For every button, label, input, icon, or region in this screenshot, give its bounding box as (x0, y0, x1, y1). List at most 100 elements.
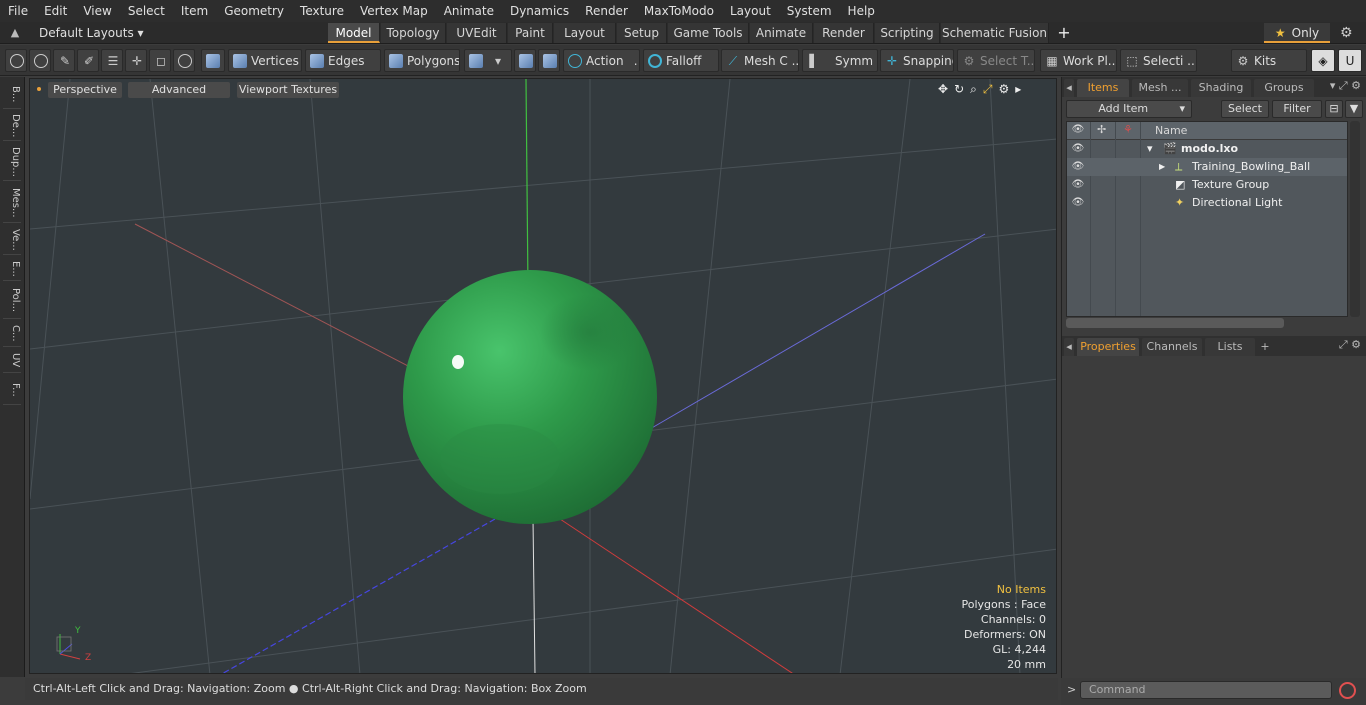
globe-button[interactable] (29, 49, 51, 72)
select-button[interactable]: Select (1221, 100, 1269, 118)
tab-channels[interactable]: Channels (1142, 338, 1202, 356)
menu-layout[interactable]: Layout (722, 0, 779, 22)
menu-texture[interactable]: Texture (292, 0, 352, 22)
tab-schematic-fusion[interactable]: Schematic Fusion (941, 23, 1049, 43)
tab-mesh[interactable]: Mesh ... (1132, 79, 1188, 97)
left-tab-duplicate[interactable]: Dup... (3, 143, 21, 181)
panel-options-icons[interactable]: ▾ ⤢ ⚙ (1330, 79, 1361, 93)
selection-sets-button[interactable]: ⬚ Selecti ... (1120, 49, 1197, 72)
left-tab-uv[interactable]: UV (3, 349, 21, 373)
menu-edit[interactable]: Edit (36, 0, 75, 22)
menu-render[interactable]: Render (577, 0, 636, 22)
snap-a-button[interactable] (514, 49, 536, 72)
menu-view[interactable]: View (75, 0, 119, 22)
tree-row-mesh[interactable]: 👁 ▶ ⟂ Training_Bowling_Ball (1067, 158, 1347, 176)
edges-button[interactable]: Edges (305, 49, 381, 72)
panel-menu-icon[interactable]: ◂ (1064, 338, 1074, 356)
default-layouts-dropdown[interactable]: Default Layouts ▾ (39, 22, 144, 44)
expand-triangle-icon[interactable]: ▾ (1147, 140, 1153, 158)
layout-home-icon[interactable]: ▲ (8, 26, 22, 40)
polygons-button[interactable]: Polygons (384, 49, 460, 72)
tree-row-texture-group[interactable]: 👁 ◩ Texture Group (1067, 176, 1347, 194)
menu-system[interactable]: System (779, 0, 840, 22)
snap-b-button[interactable] (538, 49, 560, 72)
tab-items[interactable]: Items (1077, 79, 1129, 97)
viewport-3d[interactable]: Y Z Perspective Advanced Viewport Textur… (29, 78, 1057, 674)
pan-icon[interactable]: ✥ (938, 82, 948, 98)
viewport-menu-dot-icon[interactable] (37, 87, 41, 91)
tab-groups[interactable]: Groups (1254, 79, 1314, 97)
menu-help[interactable]: Help (840, 0, 883, 22)
menu-geometry[interactable]: Geometry (216, 0, 292, 22)
add-tab-icon[interactable]: + (1258, 338, 1272, 356)
tree-row-scene[interactable]: 👁 ▾ 🎬 modo.lxo (1067, 140, 1347, 158)
tab-animate[interactable]: Animate (750, 23, 813, 43)
add-item-dropdown[interactable]: Add Item ▾ (1066, 100, 1192, 118)
orbit-icon[interactable]: ↻ (954, 82, 964, 98)
unity-button[interactable]: ◈ (1311, 49, 1335, 72)
visibility-eye-icon[interactable]: 👁 (1071, 194, 1085, 212)
left-tab-fusion[interactable]: F... (3, 375, 21, 405)
work-plane-button[interactable]: ▦ Work Pl... (1040, 49, 1117, 72)
left-tab-vertex[interactable]: Ve... (3, 225, 21, 255)
filter-button[interactable]: Filter (1272, 100, 1322, 118)
viewport-gear-icon[interactable]: ⚙ (998, 82, 1009, 98)
menu-vertex-map[interactable]: Vertex Map (352, 0, 436, 22)
expand-triangle-icon[interactable]: ▶ (1159, 158, 1165, 176)
tab-render[interactable]: Render (814, 23, 874, 43)
zoom-icon[interactable]: ⌕ (970, 82, 977, 98)
kits-button[interactable]: ⚙ Kits (1231, 49, 1307, 72)
left-tab-mesh-edit[interactable]: Mes... (3, 183, 21, 223)
center-button[interactable]: ✛ (125, 49, 147, 72)
brush-button[interactable]: ✐ (77, 49, 99, 72)
align-button[interactable]: ☰ (101, 49, 123, 72)
action-button[interactable]: Action… (563, 49, 640, 72)
material-mode-button[interactable]: ▾ (464, 49, 512, 72)
command-input[interactable]: Command (1080, 681, 1332, 699)
tab-scripting[interactable]: Scripting (875, 23, 940, 43)
tab-setup[interactable]: Setup (617, 23, 667, 43)
left-tab-basic[interactable]: B... (3, 81, 21, 109)
menu-select[interactable]: Select (120, 0, 173, 22)
item-list-horizontal-scrollbar[interactable] (1066, 318, 1284, 328)
expand-arrow-icon[interactable]: ▸ (1015, 82, 1021, 98)
perspective-dropdown[interactable]: Perspective (48, 82, 122, 98)
tab-topology[interactable]: Topology (381, 23, 446, 43)
frame-button[interactable]: ◻ (149, 49, 171, 72)
mesh-constraint-button[interactable]: ⟋ Mesh C ... (721, 49, 799, 72)
gear-icon[interactable]: ⚙ (1340, 22, 1353, 44)
visibility-eye-icon[interactable]: 👁 (1071, 140, 1085, 158)
tab-model[interactable]: Model (328, 23, 380, 43)
filter-funnel-icon[interactable]: ▼ (1345, 100, 1363, 118)
add-tab-icon[interactable]: + (1056, 22, 1072, 44)
menu-dynamics[interactable]: Dynamics (502, 0, 577, 22)
pen-button[interactable]: ✎ (53, 49, 75, 72)
menu-maxtomodo[interactable]: MaxToModo (636, 0, 722, 22)
tab-layout[interactable]: Layout (554, 23, 616, 43)
symmetry-button[interactable]: ▌ Symm ... (802, 49, 878, 72)
visibility-eye-icon[interactable]: 👁 (1071, 158, 1085, 176)
panel-options-icons[interactable]: ⤢ ⚙ (1339, 338, 1361, 352)
left-tab-polygon[interactable]: Pol... (3, 283, 21, 319)
left-tab-curve[interactable]: C... (3, 321, 21, 347)
snapping-button[interactable]: ✛ Snapping (880, 49, 954, 72)
tab-game-tools[interactable]: Game Tools (668, 23, 749, 43)
tab-paint[interactable]: Paint (508, 23, 553, 43)
menu-item[interactable]: Item (173, 0, 216, 22)
tree-row-light[interactable]: 👁 ✦ Directional Light (1067, 194, 1347, 212)
left-tab-deform[interactable]: De... (3, 111, 21, 141)
panel-menu-icon[interactable]: ◂ (1064, 79, 1074, 97)
left-tab-edge[interactable]: E... (3, 257, 21, 281)
tab-lists[interactable]: Lists (1205, 338, 1255, 356)
select-through-button[interactable]: ⚙ Select T... (957, 49, 1035, 72)
collapse-icon[interactable]: ⊟ (1325, 100, 1343, 118)
maximize-icon[interactable]: ⤢ (983, 82, 993, 98)
menu-file[interactable]: File (0, 0, 36, 22)
visibility-eye-icon[interactable]: 👁 (1071, 176, 1085, 194)
advanced-dropdown[interactable]: Advanced (128, 82, 230, 98)
viewport-textures-dropdown[interactable]: Viewport Textures (237, 82, 339, 98)
vertices-button[interactable]: Vertices (228, 49, 302, 72)
item-mode-button[interactable] (201, 49, 225, 72)
item-list-vertical-scrollbar[interactable] (1350, 121, 1360, 317)
menu-animate[interactable]: Animate (436, 0, 502, 22)
